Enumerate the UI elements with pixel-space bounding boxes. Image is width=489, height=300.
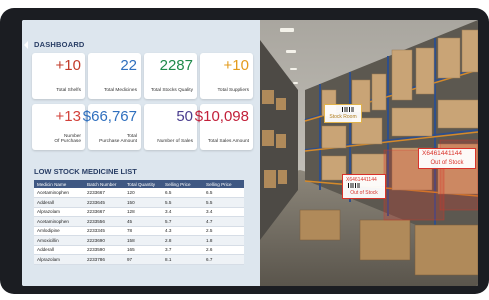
column-header[interactable]: Selling Price: [162, 180, 203, 188]
kpi-value: +10: [223, 57, 249, 74]
table-cell: 78: [124, 226, 162, 236]
table-row[interactable]: Amoxicillin 2223690 158 2.8 1.8: [34, 235, 244, 246]
table-cell: Amoxicillin: [34, 235, 84, 246]
table-cell: 2.5: [203, 226, 244, 236]
table-cell: 2233667: [84, 188, 124, 198]
table-cell: 2.6: [203, 245, 244, 255]
table-row[interactable]: Amlodipine 2233345 78 4.3 2.5: [34, 226, 244, 236]
tag-code: X6461441144: [346, 177, 377, 183]
table-cell: 8.1: [162, 254, 203, 265]
table-cell: Alprazolam: [34, 254, 84, 265]
table-cell: 97: [124, 254, 162, 265]
table-cell: Amlodipine: [34, 226, 84, 236]
table-cell: 6.7: [203, 254, 244, 265]
table-cell: 3.7: [162, 245, 203, 255]
table-cell: 3.4: [162, 207, 203, 217]
table-cell: 6.5: [162, 188, 203, 198]
monitor-frame: DASHBOARD +10 Total Shelfs 22 Total Medi…: [0, 8, 489, 294]
table-cell: 128: [124, 207, 162, 217]
kpi-card[interactable]: 50 Number of Sales: [144, 104, 197, 150]
table-cell: Adderall: [34, 197, 84, 208]
column-header[interactable]: Total Quantity: [124, 180, 162, 188]
barcode-icon: [342, 107, 354, 113]
kpi-grid: +10 Total Shelfs 22 Total Medicines 2287…: [32, 53, 254, 150]
table-row[interactable]: Alprazolam 2233786 97 8.1 6.7: [34, 254, 244, 265]
table-cell: 45: [124, 216, 162, 227]
barcode-icon: [348, 183, 360, 189]
kpi-card[interactable]: +10 Total Suppliers: [200, 53, 253, 99]
stock-alert-tag[interactable]: X6461441144 Out of Stock: [418, 148, 476, 169]
kpi-value: +13: [55, 108, 81, 125]
kpi-label: Total Medicines: [103, 88, 137, 94]
location-tag[interactable]: Stock Room: [324, 104, 362, 123]
tag-status: Out of Stock: [430, 160, 464, 166]
kpi-label: Total Stocks Quality: [150, 88, 193, 94]
table-cell: 120: [124, 188, 162, 198]
table-cell: 4.3: [162, 226, 203, 236]
kpi-card[interactable]: 22 Total Medicines: [88, 53, 141, 99]
kpi-label: Total Purchase Amount: [99, 133, 137, 145]
table-row[interactable]: Acetaminophen 2233556 45 5.7 4.7: [34, 216, 244, 227]
kpi-value: $66,767: [82, 108, 137, 125]
tag-status: Out of Stock: [350, 190, 378, 196]
kpi-card[interactable]: +10 Total Shelfs: [32, 53, 85, 99]
table-row[interactable]: Adderall 2233645 150 5.5 5.5: [34, 197, 244, 208]
table-cell: 3.4: [203, 207, 244, 217]
screen: DASHBOARD +10 Total Shelfs 22 Total Medi…: [22, 20, 478, 286]
table-cell: Acetaminophen: [34, 188, 84, 198]
dashboard-title: DASHBOARD: [34, 40, 85, 49]
table-cell: 2233345: [84, 226, 124, 236]
kpi-card[interactable]: +13 Number Of Purchase: [32, 104, 85, 150]
kpi-card[interactable]: 2287 Total Stocks Quality: [144, 53, 197, 99]
tag-code: X6461441144: [422, 150, 463, 157]
kpi-label: Total Suppliers: [217, 88, 249, 94]
table-cell: 6.5: [203, 188, 244, 198]
table-cell: 5.5: [162, 197, 203, 208]
collapse-chevron-icon[interactable]: [24, 41, 28, 49]
table-cell: 4.7: [203, 216, 244, 227]
kpi-value: 22: [120, 57, 137, 74]
table-cell: 2233786: [84, 254, 124, 265]
stock-alert-tag[interactable]: X6461441144 Out of Stock: [342, 174, 386, 199]
kpi-label: Number Of Purchase: [54, 133, 81, 145]
table-cell: Adderall: [34, 245, 84, 255]
column-header[interactable]: Selling Price: [203, 180, 244, 188]
table-header-row: Medicin Name Batch Number Total Quantity…: [34, 180, 244, 188]
table-cell: Acetaminophen: [34, 216, 84, 227]
column-header[interactable]: Batch Number: [84, 180, 124, 188]
table-cell: 1.8: [203, 235, 244, 246]
table-cell: 2233667: [84, 207, 124, 217]
table-cell: 2.8: [162, 235, 203, 246]
table-cell: 2233590: [84, 245, 124, 255]
table-cell: 5.5: [203, 197, 244, 208]
kpi-label: Total Shelfs: [56, 88, 81, 94]
kpi-card[interactable]: $10,098 Total Sales Amount: [195, 104, 253, 150]
table-row[interactable]: Acetaminophen 2233667 120 6.5 6.5: [34, 188, 244, 198]
table-row[interactable]: Alprazolam 2233667 128 3.4 3.4: [34, 207, 244, 217]
kpi-value: 2287: [159, 57, 193, 74]
warehouse-view: Stock Room X6461441144 Out of Stock X646…: [260, 20, 478, 286]
dashboard-panel: DASHBOARD +10 Total Shelfs 22 Total Medi…: [22, 20, 260, 286]
table-cell: 2233645: [84, 197, 124, 208]
table-cell: 165: [124, 245, 162, 255]
kpi-value: 50: [176, 108, 193, 125]
column-header[interactable]: Medicin Name: [34, 180, 84, 188]
kpi-label: Number of Sales: [157, 139, 193, 145]
tag-status: Stock Room: [329, 114, 357, 120]
low-stock-table: Medicin Name Batch Number Total Quantity…: [34, 180, 244, 265]
table-cell: 2233556: [84, 216, 124, 227]
kpi-value: +10: [55, 57, 81, 74]
table-row[interactable]: Adderall 2233590 165 3.7 2.6: [34, 245, 244, 255]
kpi-label: Total Sales Amount: [207, 139, 249, 145]
table-cell: 158: [124, 235, 162, 246]
table-cell: Alprazolam: [34, 207, 84, 217]
kpi-value: $10,098: [194, 108, 249, 125]
table-cell: 150: [124, 197, 162, 208]
low-stock-title: LOW STOCK MEDICINE LIST: [34, 167, 137, 176]
kpi-card[interactable]: $66,767 Total Purchase Amount: [83, 104, 141, 150]
table-cell: 2223690: [84, 235, 124, 246]
table-cell: 5.7: [162, 216, 203, 227]
